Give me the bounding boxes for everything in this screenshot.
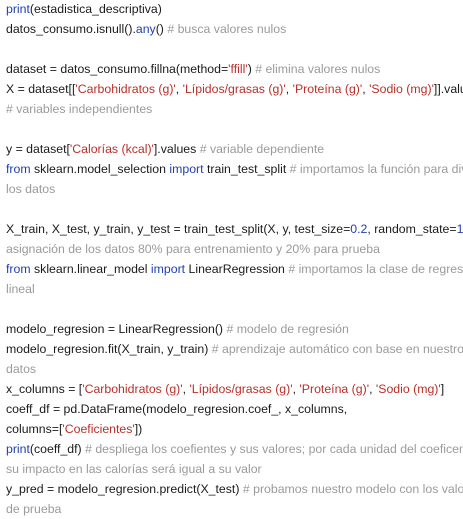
code-string: 'Lípidos/grasas (g)'	[189, 382, 293, 396]
code-line: from sklearn.model_selection import trai…	[6, 159, 463, 179]
code-line: dataset = datos_consumo.fillna(method='f…	[6, 59, 380, 79]
code-comment: # importamos la clase de regresión	[288, 262, 463, 276]
code-text: y = dataset[	[6, 142, 70, 156]
code-string: 'Lípidos/grasas (g)'	[182, 82, 286, 96]
code-keyword: from	[6, 262, 31, 276]
code-line: y = dataset['Calorías (kcal)'].values # …	[6, 139, 324, 159]
code-text: train_test_split	[203, 162, 290, 176]
code-line: modelo_regresion = LinearRegression() # …	[6, 319, 349, 339]
code-comment: # elimina valores nulos	[255, 62, 381, 76]
code-comment: # modelo de regresión	[226, 322, 349, 336]
code-string: 'Sodio (mg)'	[375, 382, 441, 396]
code-comment: lineal	[6, 282, 35, 296]
code-text: x_columns = [	[6, 382, 83, 396]
code-line: print(estadistica_descriptiva)	[6, 0, 162, 19]
code-comment: los datos	[6, 182, 56, 196]
code-keyword: from	[6, 162, 31, 176]
code-line: coeff_df = pd.DataFrame(modelo_regresion…	[6, 399, 347, 419]
code-keyword: import	[169, 162, 204, 176]
code-line: datos_consumo.isnull().any() # busca val…	[6, 19, 286, 39]
code-text: , random_state=	[367, 222, 457, 236]
code-text: X_train, X_test, y_train, y_test = train…	[6, 222, 351, 236]
code-text: y_pred = modelo_regresion.predict(X_test…	[6, 482, 243, 496]
code-line: print(coeff_df) # despliega los coefient…	[6, 439, 463, 459]
code-comment: # despliega los coefientes y sus valores…	[85, 442, 463, 456]
code-string: 'Carbohidratos (g)'	[75, 82, 176, 96]
code-line: datos	[6, 359, 36, 379]
code-line: X = dataset[['Carbohidratos (g)', 'Lípid…	[6, 79, 463, 99]
code-comment: # importamos la función para dividir	[289, 162, 463, 176]
code-line: # variables independientes	[6, 99, 152, 119]
code-text: ]	[440, 382, 445, 396]
code-text: coeff_df = pd.DataFrame(modelo_regresion…	[6, 402, 348, 416]
code-string: 'ffill'	[228, 62, 248, 76]
code-line: from sklearn.linear_model import LinearR…	[6, 259, 463, 279]
code-comment: # probamos nuestro modelo con los valore…	[242, 482, 463, 496]
code-number: 0.2	[350, 222, 368, 236]
code-text: (coeff_df)	[29, 442, 86, 456]
code-comment: asignación de los datos 80% para entrena…	[6, 242, 380, 256]
code-line: y_pred = modelo_regresion.predict(X_test…	[6, 479, 463, 499]
code-line: su impacto en las calorías será igual a …	[6, 459, 262, 479]
code-comment: # variables independientes	[6, 102, 153, 116]
code-text: modelo_regresion = LinearRegression()	[6, 322, 227, 336]
code-line: asignación de los datos 80% para entrena…	[6, 239, 380, 259]
code-text: sklearn.model_selection	[30, 162, 170, 176]
code-line: de prueba	[6, 499, 61, 519]
code-text: ])	[134, 422, 143, 436]
code-comment: su impacto en las calorías será igual a …	[6, 462, 262, 476]
code-text: ,	[369, 382, 376, 396]
code-string: 'Carbohidratos (g)'	[82, 382, 183, 396]
code-text: sklearn.linear_model	[30, 262, 151, 276]
code-text: dataset = datos_consumo.fillna(method=	[6, 62, 229, 76]
code-line: X_train, X_test, y_train, y_test = train…	[6, 219, 463, 239]
code-line: x_columns = ['Carbohidratos (g)', 'Lípid…	[6, 379, 444, 399]
code-line: lineal	[6, 279, 35, 299]
code-string: 'Coeficientes'	[62, 422, 135, 436]
code-line: columns=['Coeficientes'])	[6, 419, 142, 439]
code-string: 'Calorías (kcal)'	[69, 142, 154, 156]
code-text: ]].values	[433, 82, 463, 96]
code-string: 'Proteína (g)'	[292, 82, 363, 96]
code-text: columns=[	[6, 422, 63, 436]
code-text: modelo_regresion.fit(X_train, y_train)	[6, 342, 212, 356]
code-comment: datos	[6, 362, 37, 376]
code-string: 'Proteína (g)'	[299, 382, 370, 396]
code-text: datos_consumo.isnull().	[6, 22, 136, 36]
code-comment: # variable dependiente	[199, 142, 325, 156]
code-comment: # busca valores nulos	[167, 22, 287, 36]
code-text: LinearRegression	[185, 262, 289, 276]
code-keyword: print	[6, 442, 30, 456]
code-text: ,	[285, 82, 293, 96]
code-text: X = dataset[[	[6, 82, 76, 96]
code-keyword: print	[6, 2, 30, 16]
code-keyword: import	[150, 262, 186, 276]
code-string: 'Sodio (mg)'	[369, 82, 434, 96]
code-text: (estadistica_descriptiva)	[29, 2, 162, 16]
code-line: los datos	[6, 179, 55, 199]
code-keyword: any	[135, 22, 156, 36]
code-text: ()	[155, 22, 168, 36]
code-text: ,	[175, 82, 183, 96]
code-line: modelo_regresion.fit(X_train, y_train) #…	[6, 339, 463, 359]
code-text: ].values	[153, 142, 200, 156]
code-comment: de prueba	[6, 502, 62, 516]
code-comment: # aprendizaje automático con base en nue…	[211, 342, 463, 356]
